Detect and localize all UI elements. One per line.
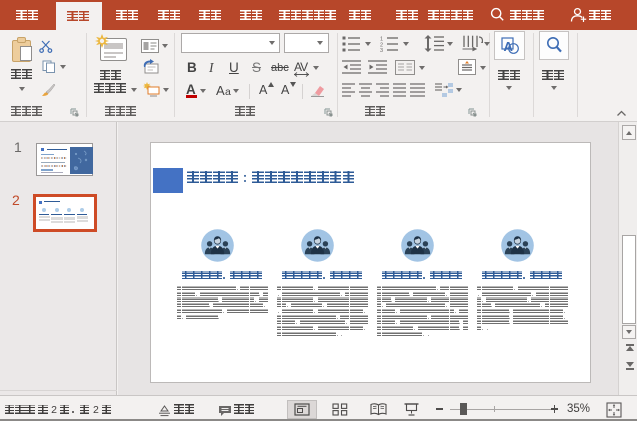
svg-text:3: 3	[380, 48, 383, 52]
svg-text:A: A	[504, 39, 514, 54]
